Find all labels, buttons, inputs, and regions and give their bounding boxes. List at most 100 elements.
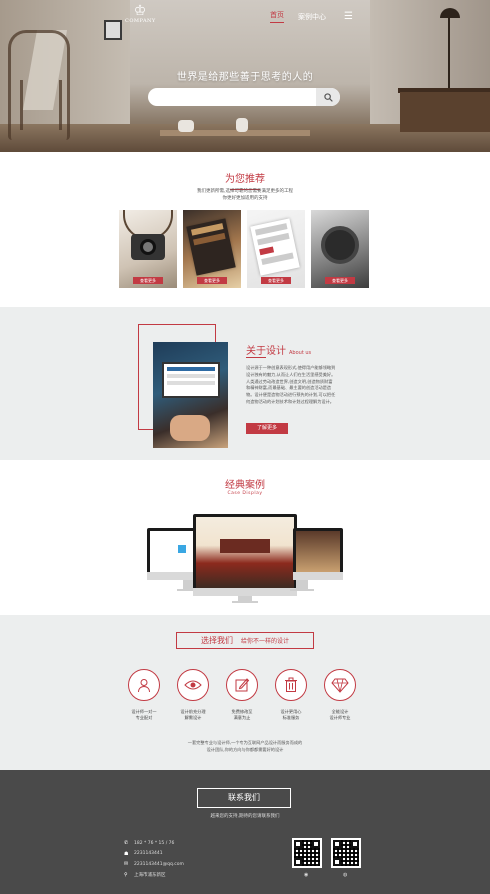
card-more-button[interactable]: 查看更多 [133, 277, 163, 284]
card-more-button[interactable]: 查看更多 [261, 277, 291, 284]
footer: 联系我们 越来您的支持,期待的您请联系我们 ✆ 182 * 76 * 15 / 7… [0, 770, 490, 894]
learn-more-button[interactable]: 了解更多 [246, 423, 288, 434]
cases-section: 经典案例 Case Display [0, 460, 490, 615]
nav-case-center[interactable]: 案例中心 [298, 12, 326, 22]
card-more-button[interactable]: 查看更多 [325, 277, 355, 284]
search-icon [323, 92, 333, 102]
feature-circle [324, 669, 356, 701]
wechat-icon: ◉ [304, 872, 309, 878]
recommend-title: 为您推荐 [225, 174, 265, 185]
address-text: 上海市浦东新区 [134, 872, 166, 878]
crown-icon: ♔ [133, 3, 147, 19]
recommend-card-ui[interactable]: 查看更多 [247, 210, 305, 288]
recommend-card-photo[interactable]: 查看更多 [183, 210, 241, 288]
contact-email: ✉ 2231143441@qq.com [124, 859, 184, 870]
user-icon [138, 679, 150, 693]
qq-icon: ☗ [124, 850, 129, 857]
recommend-card-camera[interactable]: 查看更多 [119, 210, 177, 288]
contact-us-button[interactable]: 联系我们 [197, 788, 291, 808]
hero-picture-frame [104, 20, 122, 40]
recommend-desc-line: 你更好更加适用的支持 [222, 196, 268, 201]
feature-circle [177, 669, 209, 701]
feature-circle [128, 669, 160, 701]
about-hand-image [170, 415, 210, 441]
choose-us-section: 选择我们 给你不一样的设计 设计师一对一 专业配对 设计前充分理 解需设计 免费修改至… [0, 615, 490, 770]
cases-devices[interactable] [0, 512, 490, 603]
hero-chair-legs [20, 80, 62, 130]
feature-label: 免费修改至 满意为止 [222, 709, 262, 721]
location-icon: ⚲ [124, 871, 128, 878]
feature-label: 设计前充分理 解需设计 [173, 709, 213, 721]
company-logo[interactable]: ♔ COMPANY [125, 4, 155, 24]
weibo-qr-code [331, 838, 361, 868]
camera-lens [140, 239, 156, 255]
search-button[interactable] [316, 88, 340, 106]
feature-label: 设计师一对一 专业配对 [124, 709, 164, 721]
about-title-en: About us [289, 350, 312, 356]
choose-title: 选择我们 [200, 636, 233, 645]
feature-label: 全能设计 设计师专业 [320, 709, 360, 721]
monitor-screen [196, 517, 294, 588]
choose-note-line: 设计团队,你的方向与你都都需要好的设计 [206, 746, 284, 752]
device-image [321, 226, 359, 264]
choose-subtitle: 给你不一样的设计 [240, 638, 289, 645]
feature-list: 设计师一对一 专业配对 设计前充分理 解需设计 免费修改至 满意为止 设计更用心 标准服… [128, 669, 356, 721]
about-title-text: 关于设计 [246, 346, 286, 357]
menu-icon[interactable]: ☰ [344, 11, 353, 22]
about-title-underline [246, 357, 266, 358]
monitor-stand [296, 580, 308, 589]
about-section: 关于设计 About us 设计源于一种创意表现形式,使得用户能够领略到设计独有的… [0, 307, 490, 460]
wechat-qr-code [292, 838, 322, 868]
monitor-screen [296, 531, 340, 572]
monitor-chin [147, 572, 197, 580]
choose-note: 一套完整专业与设计师,一个专为互联网产品设计而服务而成的 设计团队,你的方向与你… [0, 740, 490, 753]
search-input[interactable] [158, 91, 308, 103]
weibo-icon: ◍ [343, 872, 348, 878]
feature-item[interactable]: 设计前充分理 解需设计 [177, 669, 209, 721]
monitor-left [147, 528, 197, 580]
edit-icon [235, 678, 250, 692]
feature-item[interactable]: 设计师一对一 专业配对 [128, 669, 160, 721]
choose-title-box: 选择我们 给你不一样的设计 [176, 632, 314, 649]
footer-subtitle: 越来您的支持,期待的您请联系我们 [210, 814, 280, 819]
card-more-button[interactable]: 查看更多 [197, 277, 227, 284]
feature-label-line: 专业配对 [135, 715, 153, 720]
feature-label-line: 标准服务 [282, 715, 300, 720]
contact-list: ✆ 182 * 76 * 15 / 76 ☗ 2231143441 ✉ 2231143… [124, 838, 184, 880]
nav-home[interactable]: 首页 [270, 10, 284, 23]
eye-icon [184, 680, 202, 690]
qq-text: 2231143441 [134, 851, 163, 857]
cases-title: 经典案例 [225, 480, 265, 491]
recommend-card-device[interactable]: 查看更多 [311, 210, 369, 288]
feature-circle [226, 669, 258, 701]
diamond-icon [331, 678, 349, 693]
main-nav: 首页 案例中心 ☰ [270, 10, 353, 23]
cases-subtitle: Case Display [227, 491, 263, 496]
cases-title-wrap: 经典案例 [0, 476, 490, 491]
feature-item[interactable]: 免费修改至 满意为止 [226, 669, 258, 721]
search-bar [148, 88, 340, 106]
monitor-base [232, 601, 258, 603]
monitor-chin [193, 588, 297, 596]
recommend-title-wrap: 为您推荐 [0, 170, 490, 190]
feature-circle [275, 669, 307, 701]
phone-icon: ✆ [124, 840, 129, 847]
hero-cabinet [400, 92, 490, 132]
monitor-base [290, 589, 314, 591]
contact-phone: ✆ 182 * 76 * 15 / 76 [124, 838, 184, 849]
about-body: 设计源于一种创意表现形式,使得用户能够领略到设计独有的魅力,从而让人们在生活里感… [246, 365, 336, 404]
ui-mockup [250, 218, 300, 276]
hero-slogan: 世界是给那些善于思考的人的 [176, 72, 314, 83]
contact-address: ⚲ 上海市浦东新区 [124, 870, 184, 881]
feature-item[interactable]: 设计更用心 标准服务 [275, 669, 307, 721]
phone-text: 182 * 76 * 15 / 76 [134, 840, 175, 846]
trash-icon [285, 677, 297, 692]
hero-vase [178, 120, 194, 132]
recommend-section: 为您推荐 我们更新所需,选择可靠的您需要满足更多的工程 你更好更加适用的支持 查… [0, 152, 490, 307]
about-laptop-image [162, 362, 220, 398]
contact-qq: ☗ 2231143441 [124, 849, 184, 860]
email-text[interactable]: 2231143441@qq.com [134, 862, 184, 867]
feature-item[interactable]: 全能设计 设计师专业 [324, 669, 356, 721]
recommend-description: 我们更新所需,选择可靠的您需要满足更多的工程 你更好更加适用的支持 [0, 188, 490, 202]
about-title: 关于设计 About us [246, 342, 311, 357]
